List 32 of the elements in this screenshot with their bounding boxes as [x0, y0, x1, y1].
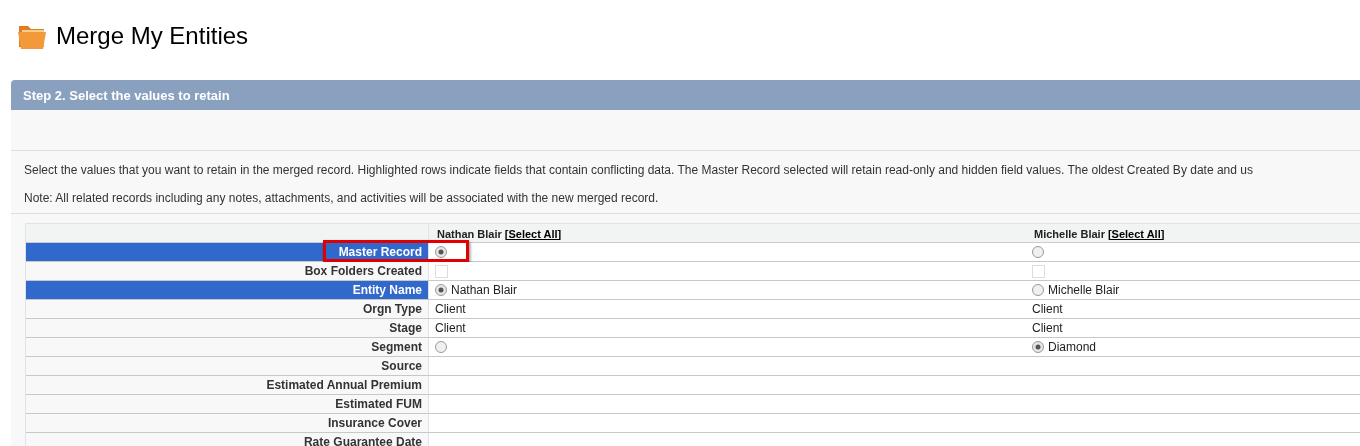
option-label: Nathan Blair [451, 283, 518, 297]
note-text: Note: All related records including any notes, attachments, and activities will be associated with the new merged record. [11, 177, 1360, 214]
option-label: Diamond [1048, 340, 1097, 354]
table-cell: Client [1032, 302, 1063, 316]
radio-button[interactable] [1032, 284, 1044, 296]
radio-button[interactable] [435, 284, 447, 296]
section-header: Step 2. Select the values to retain [11, 80, 1360, 110]
field-label: Box Folders Created [26, 262, 429, 280]
table-cell: Client [1032, 321, 1063, 335]
field-label: Stage [26, 319, 429, 337]
field-label: Estimated Annual Premium [26, 376, 429, 394]
table-cell: Client [435, 302, 466, 316]
field-label: Segment [26, 338, 429, 356]
field-label: Orgn Type [26, 300, 429, 318]
radio-button[interactable] [1032, 246, 1044, 258]
field-label: Rate Guarantee Date [26, 433, 429, 446]
table-cell: Client [435, 321, 466, 335]
column-header: Nathan Blair [437, 227, 502, 240]
field-label: Master Record [26, 243, 429, 261]
field-label: Estimated FUM [26, 395, 429, 413]
select-all-link[interactable]: [Select All] [1107, 227, 1165, 240]
instructions-text: Select the values that you want to retain in the merged record. Highlighted rows indicate fields that contain conflicting data. The Master Record selected will retain read-only and hidden field values. The oldest Created By date and us [23, 162, 1254, 177]
radio-button[interactable] [435, 246, 447, 258]
field-label: Insurance Cover [26, 414, 429, 432]
option-label: Michelle Blair [1048, 283, 1120, 297]
page-title: Merge My Entities [56, 22, 249, 50]
radio-button[interactable] [435, 341, 447, 353]
radio-button[interactable] [1032, 341, 1044, 353]
field-label: Entity Name [26, 281, 429, 299]
field-label: Source [26, 357, 429, 375]
select-all-link[interactable]: [Select All] [504, 227, 562, 240]
column-header: Michelle Blair [1034, 227, 1105, 240]
